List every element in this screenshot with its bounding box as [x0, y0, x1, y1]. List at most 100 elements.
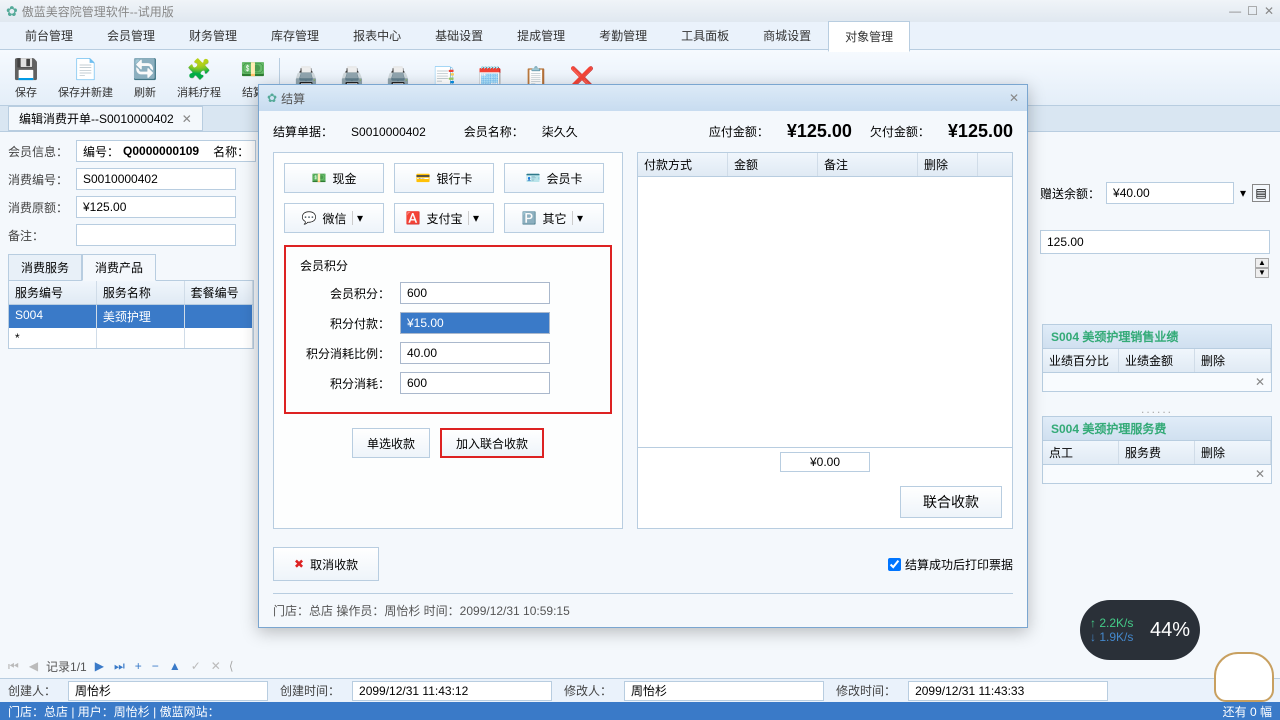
- order-no: S0010000402: [351, 125, 426, 139]
- member-no-field: 编号： Q0000000109 名称：: [76, 140, 256, 162]
- right-box-1: S004 美颈护理服务费点工服务费删除✕: [1042, 416, 1272, 484]
- net-up: ↑ 2.2K/s: [1090, 616, 1133, 630]
- statusbar-right: 还有 0 幅: [1223, 703, 1272, 720]
- pager-x-icon[interactable]: ✕: [209, 659, 223, 673]
- gift-action-icon[interactable]: ▤: [1252, 184, 1270, 202]
- dropdown-icon[interactable]: ▾: [572, 211, 586, 225]
- cash-icon: 💵: [312, 171, 327, 185]
- wechat-icon: 💬: [302, 211, 317, 225]
- right-box-0: S004 美颈护理销售业绩业绩百分比业绩金额删除✕: [1042, 324, 1272, 392]
- pager-add-icon[interactable]: +: [133, 659, 144, 673]
- close-icon[interactable]: ✕: [1264, 4, 1274, 18]
- pay-wechat-button[interactable]: 💬微信▾: [284, 203, 384, 233]
- refresh-button[interactable]: 🔄刷新: [125, 54, 165, 102]
- dropdown-icon[interactable]: ▾: [468, 211, 482, 225]
- subtab-1[interactable]: 消费产品: [82, 254, 156, 281]
- save-button[interactable]: 💾保存: [6, 54, 46, 102]
- delete-icon[interactable]: ✕: [1255, 467, 1265, 481]
- minimize-icon[interactable]: —: [1229, 4, 1241, 18]
- payment-total-row: [638, 447, 1012, 476]
- consume-course-button[interactable]: 🧩消耗疗程: [171, 54, 227, 102]
- pager-drag-icon[interactable]: ⟨: [229, 659, 234, 673]
- remark-field[interactable]: [76, 224, 236, 246]
- remark-label: 备注：: [8, 227, 68, 244]
- table-row[interactable]: S004美颈护理: [9, 305, 253, 328]
- delete-icon[interactable]: ✕: [1255, 375, 1265, 389]
- points-input-3[interactable]: [400, 372, 550, 394]
- save-icon: 💾: [12, 56, 40, 84]
- pay-member-button[interactable]: 🪪会员卡: [504, 163, 604, 193]
- modal-statusbar: 门店：总店 操作员：周怡杉 时间：2099/12/31 10:59:15: [273, 593, 1013, 619]
- amount-field[interactable]: ¥125.00: [76, 196, 236, 218]
- close-tab-icon[interactable]: ✕: [182, 112, 192, 126]
- print-checkbox[interactable]: [888, 558, 901, 571]
- checkout-icon: 💵: [239, 56, 267, 84]
- bank-icon: 💳: [416, 171, 431, 185]
- pay-cash-button[interactable]: 💵现金: [284, 163, 384, 193]
- menu-tab-4[interactable]: 报表中心: [336, 20, 418, 51]
- points-input-1[interactable]: [400, 312, 550, 334]
- member-name: 柒久久: [542, 123, 578, 140]
- menu-tab-1[interactable]: 会员管理: [90, 20, 172, 51]
- value-125-field[interactable]: 125.00: [1040, 230, 1270, 254]
- menu-tab-7[interactable]: 考勤管理: [582, 20, 664, 51]
- menu-tab-10[interactable]: 对象管理: [828, 21, 910, 52]
- subtab-0[interactable]: 消费服务: [8, 254, 82, 281]
- menu-tab-3[interactable]: 库存管理: [254, 20, 336, 51]
- single-collect-button[interactable]: 单选收款: [352, 428, 430, 458]
- member-points-box: 会员积分 会员积分：积分付款：积分消耗比例：积分消耗：: [284, 245, 612, 414]
- titlebar: ✿ 傲蓝美容院管理软件--试用版 — ☐ ✕: [0, 0, 1280, 22]
- owe-amount: ¥125.00: [948, 121, 1013, 142]
- union-collect-button[interactable]: 联合收款: [900, 486, 1002, 518]
- menu-tab-5[interactable]: 基础设置: [418, 20, 500, 51]
- points-input-2[interactable]: [400, 342, 550, 364]
- cancel-collect-button[interactable]: ✖ 取消收款: [273, 547, 379, 581]
- print-after-checkout[interactable]: 结算成功后打印票据: [888, 556, 1013, 573]
- dropdown-icon[interactable]: ▾: [1240, 186, 1246, 200]
- menu-tab-0[interactable]: 前台管理: [8, 20, 90, 51]
- app-logo-icon: ✿: [267, 91, 277, 105]
- spinner[interactable]: ▲▼: [1255, 258, 1270, 278]
- pager-next-icon[interactable]: ▶: [93, 659, 106, 673]
- pay-bank-button[interactable]: 💳银行卡: [394, 163, 494, 193]
- menu-tab-2[interactable]: 财务管理: [172, 20, 254, 51]
- save-new-icon: 📄: [72, 56, 100, 84]
- document-tab[interactable]: 编辑消费开单--S0010000402 ✕: [8, 106, 203, 131]
- document-tab-label: 编辑消费开单--S0010000402: [19, 110, 174, 127]
- payment-total[interactable]: [780, 452, 870, 472]
- consume-no-label: 消费编号：: [8, 171, 68, 188]
- alipay-icon: 🅰️: [406, 211, 421, 225]
- member-info-label: 会员信息：: [8, 143, 68, 160]
- pager-edit-icon[interactable]: ▲: [167, 659, 183, 673]
- modal-titlebar[interactable]: ✿ 结算 ✕: [259, 85, 1027, 111]
- menu-tab-9[interactable]: 商城设置: [746, 20, 828, 51]
- menu-tab-6[interactable]: 提成管理: [500, 20, 582, 51]
- maximize-icon[interactable]: ☐: [1247, 4, 1258, 18]
- gift-balance-row: 赠送余额： ¥40.00 ▾ ▤: [1040, 180, 1270, 206]
- menu-tab-8[interactable]: 工具面板: [664, 20, 746, 51]
- mascot-icon[interactable]: [1214, 652, 1274, 702]
- pager-check-icon[interactable]: ✓: [189, 659, 203, 673]
- consume-no-field[interactable]: S0010000402: [76, 168, 236, 190]
- pager-prev-icon[interactable]: ◀: [27, 659, 40, 673]
- service-grid: 服务编号服务名称套餐编号 S004美颈护理 *: [8, 280, 254, 349]
- window-title: 傲蓝美容院管理软件--试用版: [22, 3, 174, 20]
- gift-value[interactable]: ¥40.00: [1106, 182, 1234, 204]
- save-new-button[interactable]: 📄保存并新建: [52, 54, 119, 102]
- ctime-field: 2099/12/31 11:43:12: [352, 681, 552, 701]
- pay-alipay-button[interactable]: 🅰️支付宝▾: [394, 203, 494, 233]
- checkout-modal: ✿ 结算 ✕ 结算单据： S0010000402 会员名称： 柒久久 应付金额：…: [258, 84, 1028, 628]
- pager-first-icon[interactable]: ⏮: [6, 659, 21, 674]
- table-row-new[interactable]: *: [9, 328, 253, 348]
- join-union-collect-button[interactable]: 加入联合收款: [440, 428, 544, 458]
- modal-close-icon[interactable]: ✕: [1009, 91, 1019, 105]
- payment-list-panel: 付款方式金额备注删除 联合收款: [637, 152, 1013, 529]
- pager-last-icon[interactable]: ⏭: [112, 659, 127, 674]
- network-widget[interactable]: ↑ 2.2K/s ↓ 1.9K/s 44%: [1080, 600, 1200, 660]
- other-icon: 🅿️: [522, 211, 537, 225]
- pager-del-icon[interactable]: −: [150, 659, 161, 673]
- pay-other-button[interactable]: 🅿️其它▾: [504, 203, 604, 233]
- dropdown-icon[interactable]: ▾: [352, 211, 366, 225]
- points-input-0[interactable]: [400, 282, 550, 304]
- menubar: 前台管理会员管理财务管理库存管理报表中心基础设置提成管理考勤管理工具面板商城设置…: [0, 22, 1280, 50]
